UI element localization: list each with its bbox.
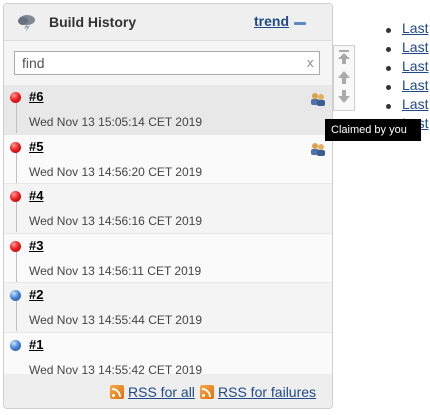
list-bullet xyxy=(386,28,391,33)
rss-all-link[interactable]: RSS for all xyxy=(128,384,195,400)
list-bullet xyxy=(386,104,391,109)
build-row: #2 Wed Nov 13 14:55:44 CET 2019 xyxy=(4,283,332,333)
timeline-rail xyxy=(16,249,17,282)
build-link[interactable]: #6 xyxy=(29,89,43,104)
page-up-icon[interactable] xyxy=(334,67,354,87)
page-first-icon[interactable] xyxy=(334,47,354,67)
build-date: Wed Nov 13 15:05:14 CET 2019 xyxy=(29,115,203,129)
build-link[interactable]: #2 xyxy=(29,287,43,302)
search-field: x xyxy=(14,51,320,75)
build-link[interactable]: #4 xyxy=(29,188,43,203)
clear-search-icon[interactable]: x xyxy=(307,55,314,70)
timeline-rail xyxy=(16,200,17,232)
weather-storm-icon xyxy=(18,15,35,32)
page-navigation xyxy=(333,45,355,111)
timeline-rail xyxy=(16,150,17,183)
trend-link[interactable]: trend xyxy=(254,13,289,29)
build-row: #3 Wed Nov 13 14:56:11 CET 2019 xyxy=(4,233,332,283)
claimed-icon[interactable] xyxy=(310,142,326,156)
panel-footer: RSS for all RSS for failures xyxy=(4,374,332,408)
claimed-tooltip: Claimed by you xyxy=(325,119,421,141)
build-date: Wed Nov 13 14:56:16 CET 2019 xyxy=(29,214,203,228)
build-row: #6 Wed Nov 13 15:05:14 CET 2019 xyxy=(4,85,332,135)
rss-icon[interactable] xyxy=(200,385,214,399)
permalink-last-4[interactable]: Last xyxy=(402,77,428,93)
build-row: #5 Wed Nov 13 14:56:20 CET 2019 xyxy=(4,134,332,184)
rss-icon[interactable] xyxy=(110,385,124,399)
build-row: #4 Wed Nov 13 14:56:16 CET 2019 xyxy=(4,184,332,234)
search-input[interactable] xyxy=(15,52,302,74)
rss-failures-link[interactable]: RSS for failures xyxy=(218,384,316,400)
failed-status-icon xyxy=(10,92,21,103)
build-date: Wed Nov 13 14:56:20 CET 2019 xyxy=(29,164,203,179)
page-down-icon[interactable] xyxy=(334,87,354,107)
build-link[interactable]: #3 xyxy=(29,238,43,253)
build-date: Wed Nov 13 14:55:44 CET 2019 xyxy=(29,313,203,327)
permalink-last-5[interactable]: Last xyxy=(402,96,428,112)
filter-area: x xyxy=(4,41,332,85)
claimed-icon[interactable] xyxy=(310,92,326,106)
build-link[interactable]: #1 xyxy=(29,337,43,352)
build-list: #6 Wed Nov 13 15:05:14 CET 2019 #5 Wed N… xyxy=(4,85,332,382)
success-status-icon xyxy=(10,290,21,301)
timeline-rail xyxy=(16,299,17,331)
permalink-last-1[interactable]: Last xyxy=(402,20,428,36)
build-date: Wed Nov 13 14:56:11 CET 2019 xyxy=(29,263,202,278)
permalink-last-3[interactable]: Last xyxy=(402,58,428,74)
success-status-icon xyxy=(10,339,21,351)
panel-header: Build History trend xyxy=(4,4,332,41)
collapse-icon[interactable] xyxy=(294,22,306,25)
build-link[interactable]: #5 xyxy=(29,139,43,154)
list-bullet xyxy=(386,85,391,90)
timeline-rail xyxy=(16,101,17,133)
failed-status-icon xyxy=(10,191,21,202)
failed-status-icon xyxy=(10,141,21,153)
failed-status-icon xyxy=(10,240,21,252)
list-bullet xyxy=(386,66,391,71)
panel-title: Build History xyxy=(49,14,137,30)
build-history-panel: Build History trend x #6 Wed Nov 13 15:0… xyxy=(3,3,333,409)
permalink-last-2[interactable]: Last xyxy=(402,39,428,55)
list-bullet xyxy=(386,47,391,52)
